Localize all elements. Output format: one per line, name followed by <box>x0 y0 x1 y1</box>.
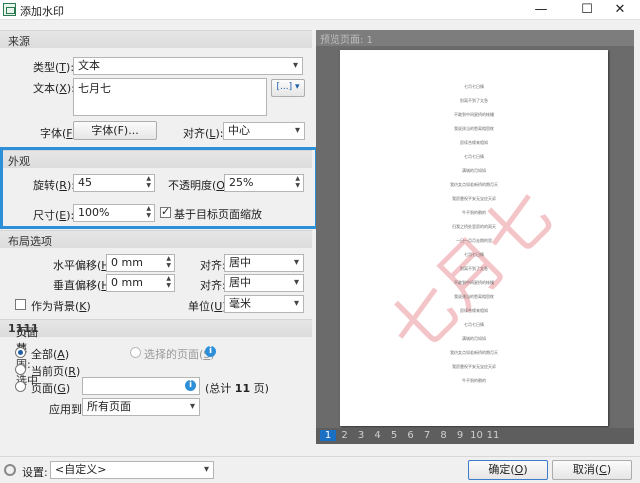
ok-button[interactable]: 确定(O) <box>468 460 548 480</box>
page-text-line: 我说孩当的愁离相思枕 <box>454 294 494 299</box>
title-bar: 添加水印 — ☐ ✕ <box>0 0 640 20</box>
page-text-line: 七月七日情 <box>464 252 484 257</box>
preview-panel: 预览页面: 1 七月七 七月七日情 别离不到了太急 不敢到中间星桥的帐幔 我说孩当的愁… <box>316 30 634 444</box>
align-select[interactable]: 中心 <box>223 122 305 140</box>
info-icon[interactable]: i <box>185 380 196 391</box>
page-number-7[interactable]: 7 <box>419 430 435 441</box>
radio-selected-pages-label: 选择的页面(S) <box>144 348 215 361</box>
settings-label: 设置: <box>22 466 48 479</box>
page-text-line: 愿续合缘来相知 <box>460 140 488 145</box>
type-label: 类型(T): <box>33 61 75 74</box>
unit-select[interactable]: 毫米 <box>224 295 304 313</box>
info-icon[interactable]: i <box>205 346 216 357</box>
halign-label: 对齐: <box>200 259 226 272</box>
radio-all-label: 全部(A) <box>31 348 70 361</box>
page-text-line: 不敢到中间星桥的帐幔 <box>454 280 494 285</box>
page-number-9[interactable]: 9 <box>452 430 468 441</box>
close-button[interactable]: ✕ <box>600 0 640 20</box>
radio-selected-pages[interactable] <box>130 347 141 358</box>
settings-panel: 来源 类型(T): 文本 文本(X): 七月七 [...] ▾ 字体(F): 字… <box>0 26 312 456</box>
radio-pages[interactable] <box>15 381 26 392</box>
page-number-3[interactable]: 3 <box>353 430 369 441</box>
minimize-button[interactable]: — <box>518 0 564 20</box>
app-icon <box>3 3 16 16</box>
pages-input[interactable] <box>82 377 200 395</box>
radio-pages-label: 页面(G) <box>31 382 71 395</box>
page-number-11[interactable]: 11 <box>485 430 501 441</box>
page-number-5[interactable]: 5 <box>386 430 402 441</box>
preview-page: 七月七 七月七日情 别离不到了太急 不敢到中间星桥的帐幔 我说孩当的愁离相思枕 愿续合缘… <box>340 50 608 426</box>
settings-select[interactable]: <自定义> <box>50 461 214 479</box>
radio-current[interactable] <box>15 364 26 375</box>
page-text-line: 七月七日情 <box>464 154 484 159</box>
page-number-2[interactable]: 2 <box>337 430 353 441</box>
apply-to-select[interactable]: 所有页面 <box>82 398 200 416</box>
insert-icon: [...] <box>276 82 293 92</box>
page-text-line: 满城的月如如 <box>462 336 486 341</box>
page-text-line: 不敢到中间星桥的帐幔 <box>454 112 494 117</box>
section-page-range: 页面范围: 选中 11 页, 共 11 页 <box>0 319 312 387</box>
page-text-line: 满城的月如如 <box>462 168 486 173</box>
valign-label: 对齐: <box>200 279 226 292</box>
page-text-line: 牛不到的朝的 <box>462 378 486 383</box>
page-text-line: 七月七日情 <box>464 322 484 327</box>
page-number-8[interactable]: 8 <box>436 430 452 441</box>
page-text-line: 别离不到了太急 <box>460 266 488 271</box>
preview-header: 预览页面: 1 <box>316 30 634 46</box>
text-label: 文本(X): <box>33 82 75 95</box>
type-select[interactable]: 文本 <box>73 57 303 75</box>
page-number-6[interactable]: 6 <box>403 430 419 441</box>
radio-all[interactable] <box>15 347 26 358</box>
page-text-line: 我仿女点如若新桥的期月天 <box>450 350 498 355</box>
page-text-line: 一日一月月去期的思 <box>456 238 492 243</box>
page-navigator: 1 2 3 4 5 6 7 8 9 10 11 <box>316 428 634 444</box>
background-checkbox[interactable] <box>15 299 26 310</box>
page-text-line: 我愿靠祝平安无宝应天诉 <box>452 364 496 369</box>
appearance-highlight-box <box>0 147 318 229</box>
page-text-line: 我说孩当的愁离相思枕 <box>454 126 494 131</box>
footer-bar: 设置: <自定义> 确定(O) 取消(C) <box>0 456 640 483</box>
page-number-10[interactable]: 10 <box>469 430 485 441</box>
page-text-line: 牛不到的朝的 <box>462 210 486 215</box>
halign-select[interactable]: 居中 <box>224 254 304 272</box>
background-label: 作为背景(K) <box>31 300 91 313</box>
section-layout: 布局选项 <box>0 230 312 248</box>
section-source: 来源 <box>0 30 312 48</box>
valign-select[interactable]: 居中 <box>224 274 304 292</box>
hoffset-input[interactable]: 0 mm <box>106 254 175 272</box>
radio-current-label: 当前页(R) <box>31 365 81 378</box>
total-pages-text: (总计 11 页) <box>205 382 269 395</box>
page-text-line: 愿续合缘来相知 <box>460 308 488 313</box>
cancel-button[interactable]: 取消(C) <box>552 460 632 480</box>
voffset-input[interactable]: 0 mm <box>106 274 175 292</box>
page-text-line: 归我之桥处里愿的的雨天 <box>452 224 496 229</box>
page-text-line: 我愿靠祝平安无宝应天诉 <box>452 196 496 201</box>
align-label: 对齐(L): <box>183 127 224 140</box>
apply-to-label: 应用到: <box>49 403 86 416</box>
window-title: 添加水印 <box>20 5 64 18</box>
page-number-1[interactable]: 1 <box>320 430 336 441</box>
page-text-line: 七月七日情 <box>464 84 484 89</box>
text-area[interactable]: 七月七 <box>73 78 267 116</box>
page-text-line: 我仿女点如若新桥的期月天 <box>450 182 498 187</box>
page-number-4[interactable]: 4 <box>370 430 386 441</box>
font-button[interactable]: 字体(F)... <box>73 121 157 140</box>
settings-gear-icon <box>4 464 16 476</box>
page-text-line: 别离不到了太急 <box>460 98 488 103</box>
insert-macro-button[interactable]: [...] ▾ <box>271 79 305 97</box>
